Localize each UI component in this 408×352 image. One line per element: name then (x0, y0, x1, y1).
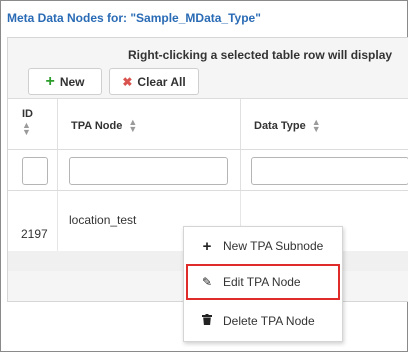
column-header-data-type[interactable]: Data Type ▲ ▼ (254, 117, 321, 134)
sort-icon: ▲ ▼ (311, 117, 321, 134)
plus-icon: + (202, 237, 212, 255)
id-filter-input[interactable] (22, 157, 48, 185)
menu-item-label: New TPA Subnode (223, 239, 324, 253)
column-header-id[interactable]: ID ▲ ▼ (22, 108, 33, 137)
cell-id: 2197 (21, 227, 48, 241)
column-id-label: ID (22, 108, 33, 120)
close-icon: ✖ (122, 74, 133, 89)
table-header: ID ▲ ▼ TPA Node ▲ ▼ Data Type ▲ ▼ (8, 99, 408, 191)
data-type-filter-input[interactable] (251, 157, 408, 185)
column-data-type-label: Data Type (254, 120, 306, 132)
clear-all-label: Clear All (137, 74, 186, 89)
pencil-icon: ✎ (201, 275, 213, 289)
context-menu: + New TPA Subnode ✎ Edit TPA Node Delete… (183, 226, 343, 342)
column-divider (57, 99, 58, 191)
header-divider (8, 149, 408, 150)
page-title: Meta Data Nodes for: "Sample_MData_Type" (7, 11, 261, 25)
tpa-node-filter-input[interactable] (69, 157, 228, 185)
menu-item-label: Delete TPA Node (223, 314, 315, 328)
sort-icon: ▲ ▼ (128, 117, 138, 134)
column-tpa-node-label: TPA Node (71, 120, 123, 132)
plus-icon: + (45, 72, 55, 90)
menu-item-new-tpa-subnode[interactable]: + New TPA Subnode (184, 231, 342, 261)
clear-all-button[interactable]: ✖ Clear All (109, 68, 199, 95)
toolbar-message: Right-clicking a selected table row will… (128, 48, 393, 62)
toolbar: Right-clicking a selected table row will… (8, 38, 408, 99)
cell-tpa-node: location_test (69, 213, 137, 227)
trash-icon (200, 314, 214, 328)
menu-item-edit-tpa-node[interactable]: ✎ Edit TPA Node (184, 267, 342, 297)
menu-item-label: Edit TPA Node (223, 275, 301, 289)
new-button-label: New (59, 74, 85, 89)
sort-icon: ▲ ▼ (22, 120, 31, 137)
menu-item-delete-tpa-node[interactable]: Delete TPA Node (184, 306, 342, 336)
column-divider (240, 99, 241, 191)
new-button[interactable]: + New (28, 68, 102, 95)
column-header-tpa-node[interactable]: TPA Node ▲ ▼ (71, 117, 138, 134)
column-divider (57, 191, 58, 251)
